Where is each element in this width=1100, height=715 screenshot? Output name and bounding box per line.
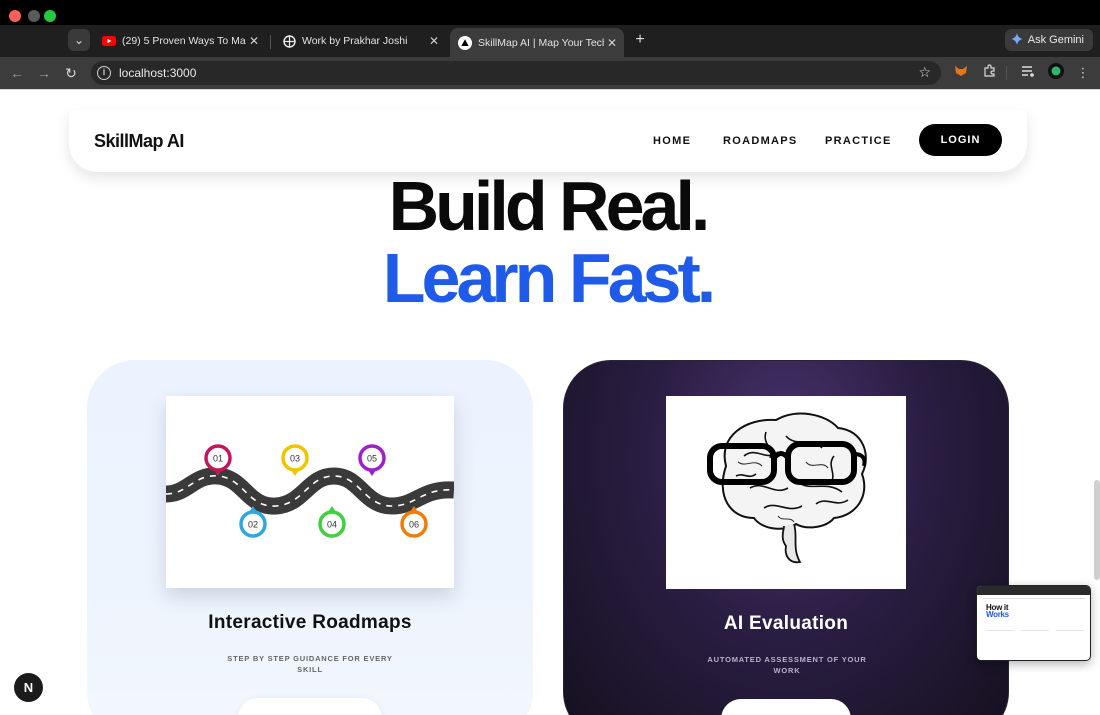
nextjs-dev-badge[interactable]: N <box>14 673 43 702</box>
login-button[interactable]: LOGIN <box>919 124 1002 156</box>
close-tab-icon[interactable]: ✕ <box>246 34 262 48</box>
youtube-icon <box>102 34 116 48</box>
milestone-label: 04 <box>327 520 337 530</box>
thumbnail-nav-line <box>983 598 1085 599</box>
address-url[interactable]: localhost:3000 <box>119 66 196 80</box>
forward-arrow-icon[interactable]: → <box>34 63 54 83</box>
roadmap-milestone-pin: 03 <box>281 444 309 476</box>
screenshot-preview-thumbnail[interactable]: How it Works <box>976 585 1091 661</box>
nav-home-link[interactable]: HOME <box>653 135 691 147</box>
gemini-sparkle-icon <box>1010 32 1023 48</box>
tab-strip: ⌄ (29) 5 Proven Ways To Make I ✕ Work by… <box>0 25 1100 57</box>
back-arrow-icon[interactable]: ← <box>7 63 27 83</box>
card-subtitle: STEP BY STEP GUIDANCE FOR EVERY SKILL <box>227 654 393 674</box>
window-titlebar <box>0 0 1100 25</box>
card-subtitle: AUTOMATED ASSESSMENT OF YOUR WORK <box>707 655 867 675</box>
nav-roadmaps-link[interactable]: ROADMAPS <box>723 135 798 147</box>
maximize-window-button[interactable] <box>44 10 56 22</box>
brain-glasses-illustration <box>666 396 906 589</box>
milestone-label: 01 <box>213 454 223 464</box>
site-logo[interactable]: SkillMap AI <box>94 131 184 152</box>
fox-extension-icon[interactable] <box>951 63 971 83</box>
brain-with-glasses-icon <box>707 412 867 564</box>
close-tab-icon[interactable]: ✕ <box>426 34 442 48</box>
minimize-window-button[interactable] <box>28 10 40 22</box>
thumbnail-column <box>986 630 1014 654</box>
close-window-button[interactable] <box>9 10 21 22</box>
thumbnail-column <box>1056 630 1084 654</box>
nav-practice-link[interactable]: PRACTICE <box>825 135 892 147</box>
close-tab-icon[interactable]: ✕ <box>604 36 620 50</box>
milestone-label: 06 <box>409 520 419 530</box>
milestone-label: 05 <box>367 454 377 464</box>
tab-title: Work by Prakhar Joshi <box>302 35 408 47</box>
tab-title: (29) 5 Proven Ways To Make I <box>122 35 246 47</box>
browser-toolbar: ← → ↻ i localhost:3000 ☆ ⋮ <box>0 57 1100 89</box>
site-navbar: SkillMap AI HOME ROADMAPS PRACTICE LOGIN <box>69 110 1027 172</box>
hero-headline-line2: Learn Fast. <box>382 239 716 317</box>
roadmap-milestone-pin: 04 <box>318 506 346 538</box>
page-divider <box>0 89 1100 90</box>
profile-avatar[interactable] <box>1046 63 1066 83</box>
milestone-label: 03 <box>290 454 300 464</box>
roadmaps-card-button[interactable] <box>238 698 382 715</box>
thumbnail-titlebar <box>977 586 1090 595</box>
compass-icon <box>282 34 296 48</box>
card-title: Interactive Roadmaps <box>208 612 412 633</box>
roadmap-milestone-pin: 05 <box>358 444 386 476</box>
ai-evaluation-card-button[interactable] <box>721 699 851 715</box>
bookmark-star-icon[interactable]: ☆ <box>918 64 931 81</box>
tab-divider <box>270 35 271 49</box>
ask-gemini-label: Ask Gemini <box>1027 34 1084 46</box>
thumbnail-heading-line2: Works <box>986 610 1009 619</box>
media-queue-icon[interactable] <box>1018 63 1038 83</box>
page-scrollbar[interactable] <box>1094 480 1100 580</box>
thumbnail-column <box>1021 630 1049 654</box>
address-bar[interactable]: i localhost:3000 ☆ <box>91 61 941 85</box>
chevron-down-icon: ⌄ <box>73 33 85 47</box>
site-info-icon[interactable]: i <box>97 66 111 80</box>
browser-menu-icon[interactable]: ⋮ <box>1073 63 1093 83</box>
extensions-puzzle-icon[interactable] <box>979 63 999 83</box>
tab-skillmap-active[interactable]: SkillMap AI | Map Your Tech C ✕ <box>450 28 624 57</box>
new-tab-button[interactable]: + <box>630 30 650 50</box>
roadmap-illustration: 01 02 03 04 05 06 <box>165 396 455 588</box>
tab-youtube[interactable]: (29) 5 Proven Ways To Make I ✕ <box>94 28 266 54</box>
tab-title: SkillMap AI | Map Your Tech C <box>478 36 604 49</box>
toolbar-divider <box>1006 66 1007 80</box>
reload-icon[interactable]: ↻ <box>61 63 81 83</box>
roadmap-road-graphic: 01 02 03 04 05 06 <box>165 444 455 538</box>
card-title: AI Evaluation <box>723 613 849 634</box>
feature-card-roadmaps[interactable]: 01 02 03 04 05 06 Interactive Roadmaps STEP B… <box>87 360 533 715</box>
triangle-icon <box>458 35 472 50</box>
tab-search-button[interactable]: ⌄ <box>68 29 90 51</box>
hero-headline-line1: Build Real. <box>388 167 711 245</box>
feature-card-ai-evaluation[interactable]: AI Evaluation AUTOMATED ASSESSMENT OF YO… <box>563 360 1009 715</box>
ask-gemini-button[interactable]: Ask Gemini <box>1004 29 1093 51</box>
tab-portfolio[interactable]: Work by Prakhar Joshi ✕ <box>274 28 446 54</box>
milestone-label: 02 <box>248 520 258 530</box>
